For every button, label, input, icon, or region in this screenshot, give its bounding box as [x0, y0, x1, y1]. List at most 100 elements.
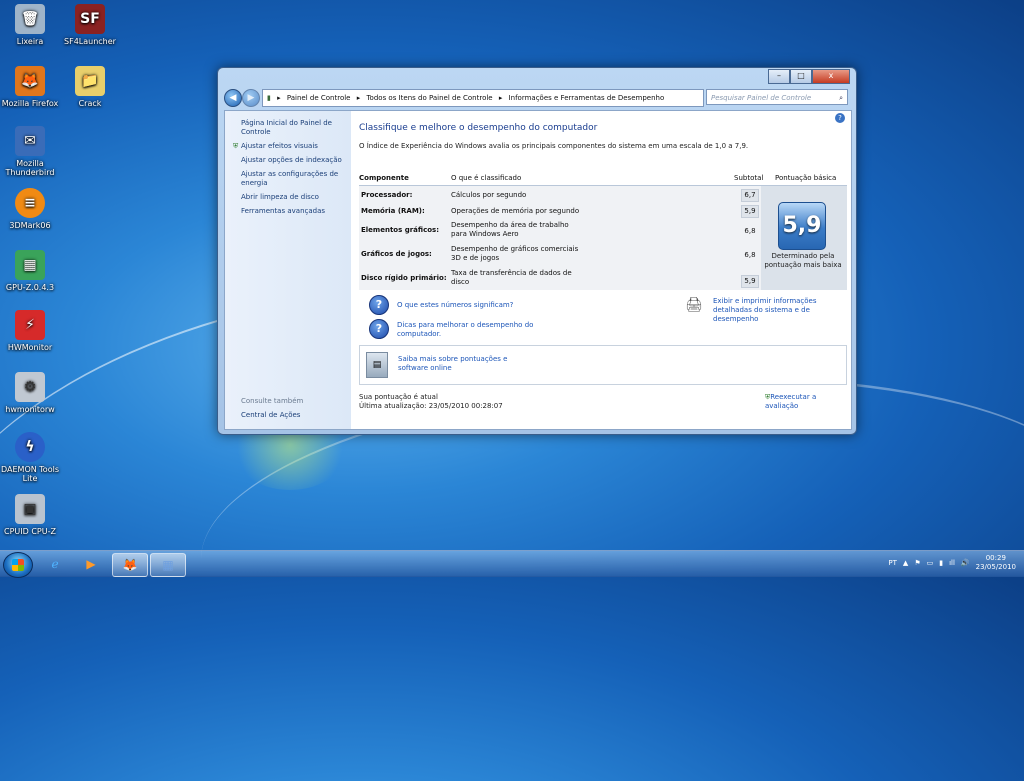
row-rated: Cálculos por segundo — [451, 191, 527, 199]
row-rated: Desempenho de gráficos comerciais 3D e d… — [451, 245, 579, 262]
sidebar-item-disk-cleanup[interactable]: Abrir limpeza de disco — [241, 193, 345, 202]
internet-explorer-icon: ℯ — [51, 557, 59, 571]
table-header: Componente O que é classificado Subtotal… — [359, 171, 847, 186]
settings-file-icon: ⚙ — [15, 372, 45, 402]
sidebar-item-visual-effects[interactable]: ⛨ Ajustar efeitos visuais — [233, 142, 345, 151]
intro-text: O Índice de Experiência do Windows avali… — [359, 142, 749, 150]
desktop-icon-label: Mozilla Firefox — [1, 99, 59, 108]
desktop-icon-label: GPU-Z.0.4.3 — [5, 283, 55, 292]
base-score-badge: 5,9 — [778, 202, 826, 250]
cpuz-icon: ▣ — [15, 494, 45, 524]
taskbar-internet-explorer[interactable]: ℯ — [38, 553, 72, 575]
desktop-icon-label: Mozilla Thunderbird — [5, 159, 55, 177]
clock-date: 23/05/2010 — [975, 563, 1016, 571]
desktop-icon-3dmark06[interactable]: ≡ 3DMark06 — [0, 188, 60, 230]
rerun-label: Reexecutar a avaliação — [765, 393, 817, 410]
hwmonitor-icon: ⚡ — [15, 310, 45, 340]
back-arrow-icon[interactable]: ◀ — [224, 89, 242, 107]
learn-more-box: ▤ Saiba mais sobre pontuações e software… — [359, 345, 847, 385]
desktop-icon-hwmonitor[interactable]: ⚡ HWMonitor — [0, 310, 60, 352]
breadcrumb-item[interactable]: Informações e Ferramentas de Desempenho — [509, 94, 665, 102]
table-row: Memória (RAM): Operações de memória por … — [359, 204, 759, 218]
row-subtotal: 6,8 — [744, 227, 756, 235]
header-base-score: Pontuação básica — [775, 174, 837, 182]
header-subtotal: Subtotal — [734, 174, 764, 182]
desktop-icon-daemon-tools[interactable]: ϟ DAEMON Tools Lite — [0, 432, 60, 483]
rerun-assessment-link[interactable]: ⛨Reexecutar a avaliação — [765, 393, 847, 411]
desktop-icon-cpuz[interactable]: ▣ CPUID CPU-Z — [0, 494, 60, 536]
daemon-tools-icon: ϟ — [15, 432, 45, 462]
search-input[interactable]: Pesquisar Painel de Controle ⌕ — [706, 89, 848, 105]
software-box-icon: ▤ — [366, 352, 388, 378]
breadcrumb-item[interactable]: Todos os Itens do Painel de Controle — [366, 94, 492, 102]
table-row: Disco rígido primário: Taxa de transferê… — [359, 268, 759, 290]
performance-window: – □ x ◀ ▶ ▮ ▸ Painel de Controle ▸ Todos… — [217, 67, 857, 435]
sidebar-item-label: Ajustar efeitos visuais — [241, 142, 318, 150]
search-placeholder: Pesquisar Painel de Controle — [711, 94, 812, 102]
sidebar-item-action-center[interactable]: Central de Ações — [241, 411, 300, 420]
taskbar-firefox[interactable]: 🦊 — [112, 553, 148, 577]
desktop-icon-label: hwmonitorw — [5, 405, 55, 414]
sidebar-item-power[interactable]: Ajustar as configurações de energia — [241, 170, 345, 188]
folder-icon: 📁 — [75, 66, 105, 96]
desktop-icon-label: SF4Launcher — [64, 37, 116, 46]
navigation-bar: ◀ ▶ ▮ ▸ Painel de Controle ▸ Todos os It… — [224, 89, 850, 107]
taskbar-media-player[interactable]: ▶ — [74, 553, 108, 575]
thunderbird-icon: ✉ — [15, 126, 45, 156]
desktop-icon-recycle-bin[interactable]: 🗑 Lixeira — [0, 4, 60, 46]
address-bar[interactable]: ▮ ▸ Painel de Controle ▸ Todos os Itens … — [262, 89, 704, 107]
sidebar-item-home[interactable]: Página Inicial do Painel de Controle — [241, 119, 345, 137]
search-icon: ⌕ — [839, 94, 843, 102]
help-icon[interactable]: ? — [835, 113, 845, 123]
clock-time: 00:29 — [985, 554, 1006, 562]
breadcrumb-separator-icon: ▸ — [356, 94, 361, 102]
base-score-caption: Determinado pela pontuação mais baixa — [764, 252, 842, 269]
sidebar-item-advanced-tools[interactable]: Ferramentas avançadas — [241, 207, 345, 216]
learn-more-link[interactable]: Saiba mais sobre pontuações e software o… — [398, 355, 538, 373]
breadcrumb-item[interactable]: Painel de Controle — [287, 94, 351, 102]
firefox-icon: 🦊 — [122, 558, 138, 572]
print-details-link[interactable]: Exibir e imprimir informações detalhadas… — [713, 297, 847, 324]
action-center-flag-icon[interactable]: ⚑ — [914, 559, 920, 567]
desktop-icon-label: 3DMark06 — [9, 221, 51, 230]
desktop-icon-label: CPUID CPU-Z — [4, 527, 56, 536]
maximize-button[interactable]: □ — [790, 69, 812, 84]
start-button[interactable] — [3, 552, 33, 578]
improve-performance-link[interactable]: Dicas para melhorar o desempenho do comp… — [397, 321, 537, 339]
status-text: Sua pontuação é atual — [359, 393, 438, 401]
row-rated: Desempenho da área de trabalho para Wind… — [451, 221, 569, 238]
score-status: Sua pontuação é atual Última atualização… — [359, 393, 503, 411]
row-component: Processador: — [361, 191, 413, 199]
windows-logo-icon — [12, 559, 24, 571]
taskbar: ℯ ▶ 🦊 ▦ PT ▲ ⚑ ▭ ▮ ıll 🔊 00:29 23/05/201… — [0, 550, 1024, 578]
desktop-icon-firefox[interactable]: 🦊 Mozilla Firefox — [0, 66, 60, 108]
minimize-button[interactable]: – — [768, 69, 790, 84]
control-panel-icon: ▦ — [162, 558, 174, 572]
clock[interactable]: 00:29 23/05/2010 — [976, 554, 1016, 572]
desktop-icon-hwmonitorw[interactable]: ⚙ hwmonitorw — [0, 372, 60, 414]
header-component: Componente — [359, 174, 409, 182]
printer-icon: 🖨 — [685, 297, 703, 313]
gpuz-icon: ▦ — [15, 250, 45, 280]
language-indicator[interactable]: PT — [888, 559, 897, 567]
what-numbers-mean-link[interactable]: O que estes números significam? — [397, 301, 513, 310]
desktop-icon-gpuz[interactable]: ▦ GPU-Z.0.4.3 — [0, 250, 60, 292]
header-rated: O que é classificado — [451, 174, 522, 182]
network-signal-icon[interactable]: ıll — [949, 559, 955, 567]
breadcrumb-separator-icon: ▸ — [277, 94, 281, 102]
desktop-icon-thunderbird[interactable]: ✉ Mozilla Thunderbird — [0, 126, 60, 177]
taskbar-control-panel[interactable]: ▦ — [150, 553, 186, 577]
close-button[interactable]: x — [812, 69, 850, 84]
power-icon[interactable]: ▮ — [939, 559, 943, 567]
volume-icon[interactable]: 🔊 — [961, 559, 970, 567]
forward-arrow-icon[interactable]: ▶ — [242, 89, 260, 107]
firefox-icon: 🦊 — [15, 66, 45, 96]
desktop-icon-crack[interactable]: 📁 Crack — [60, 66, 120, 108]
sidebar-item-indexing[interactable]: Ajustar opções de indexação — [241, 156, 345, 165]
row-component: Gráficos de jogos: — [361, 250, 432, 258]
show-hidden-icons-icon[interactable]: ▲ — [903, 559, 908, 567]
control-panel-icon: ▮ — [267, 94, 271, 102]
desktop-icon-sf4launcher[interactable]: SF SF4Launcher — [60, 4, 120, 46]
device-icon[interactable]: ▭ — [927, 559, 934, 567]
desktop-icon-label: DAEMON Tools Lite — [1, 465, 59, 483]
